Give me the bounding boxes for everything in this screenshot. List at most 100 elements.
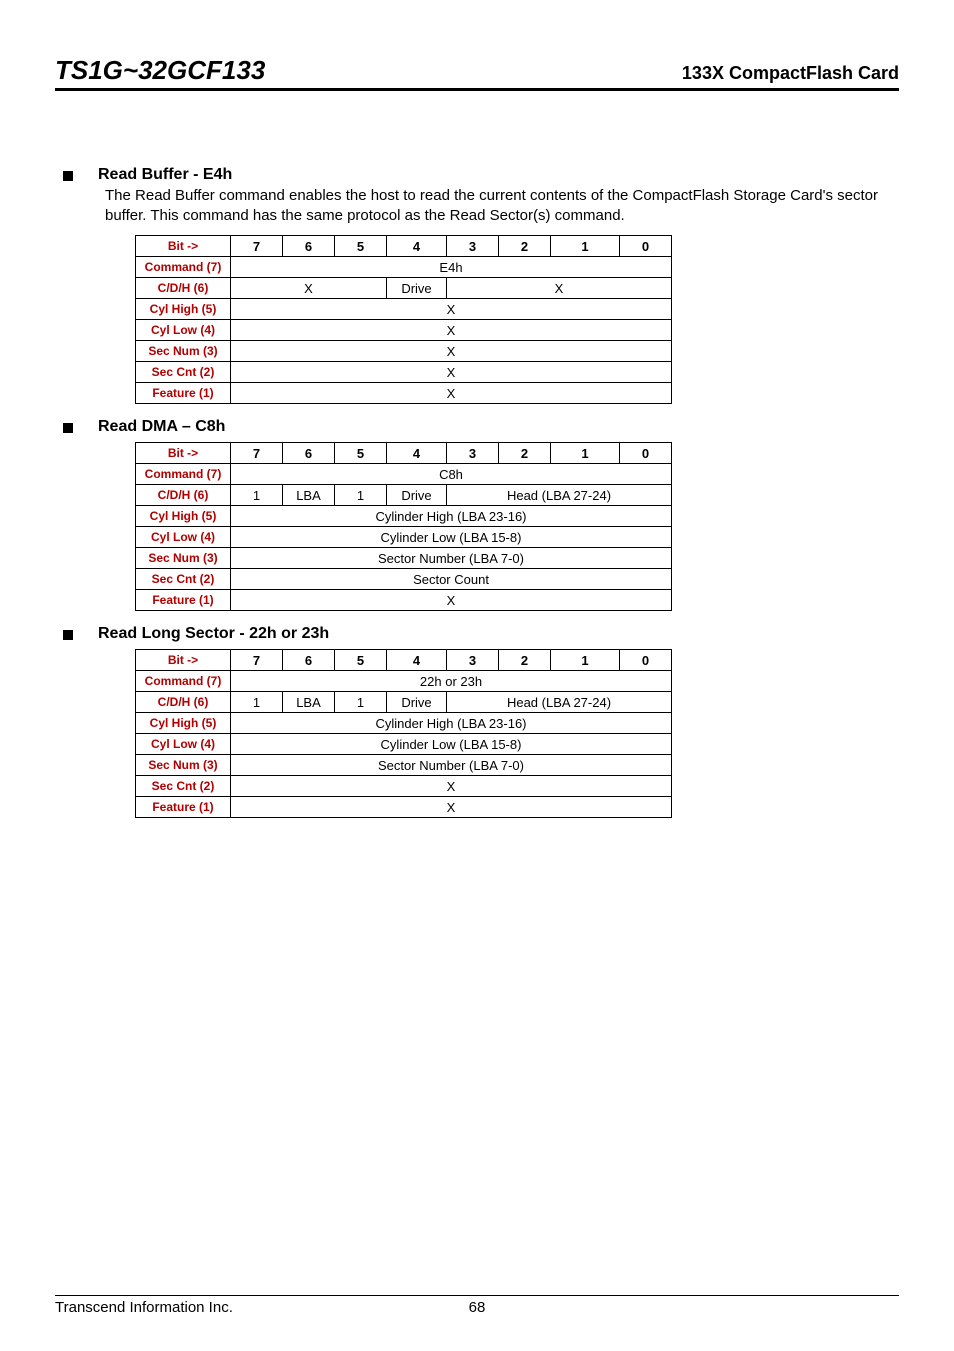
bit-column-header: 7 (231, 443, 283, 464)
table-cell: Head (LBA 27-24) (447, 692, 672, 713)
table-cell: X (231, 590, 672, 611)
row-label: C/D/H (6) (136, 278, 231, 299)
bit-column-header: 0 (620, 443, 672, 464)
bit-header-label: Bit -> (136, 236, 231, 257)
bit-column-header: 6 (283, 650, 335, 671)
bit-column-header: 2 (499, 650, 551, 671)
bit-header-label: Bit -> (136, 650, 231, 671)
bit-column-header: 0 (620, 236, 672, 257)
row-label: Sec Cnt (2) (136, 569, 231, 590)
table-cell: Sector Count (231, 569, 672, 590)
table-cell: 1 (335, 485, 387, 506)
bit-column-header: 0 (620, 650, 672, 671)
command-section: Read Long Sector - 22h or 23h Bit ->76543… (55, 625, 899, 818)
row-label: Cyl High (5) (136, 713, 231, 734)
table-cell: Cylinder High (LBA 23-16) (231, 506, 672, 527)
page-header: TS1G~32GCF133 133X CompactFlash Card (55, 55, 899, 91)
page-footer: Transcend Information Inc. 68 (55, 1295, 899, 1316)
bit-column-header: 4 (387, 443, 447, 464)
table-cell: X (231, 776, 672, 797)
row-label: Command (7) (136, 257, 231, 278)
table-cell: Drive (387, 692, 447, 713)
table-cell: LBA (283, 692, 335, 713)
table-cell: LBA (283, 485, 335, 506)
bit-column-header: 5 (335, 443, 387, 464)
bit-column-header: 3 (447, 650, 499, 671)
row-label: Cyl High (5) (136, 299, 231, 320)
row-label: Cyl Low (4) (136, 527, 231, 548)
table-cell: Cylinder High (LBA 23-16) (231, 713, 672, 734)
section-header: Read Buffer - E4h (55, 166, 899, 184)
bit-column-header: 3 (447, 443, 499, 464)
section-title: Read Buffer - E4h (98, 166, 232, 184)
section-header: Read Long Sector - 22h or 23h (55, 625, 899, 643)
bit-column-header: 1 (551, 236, 620, 257)
table-cell: Drive (387, 485, 447, 506)
bit-column-header: 2 (499, 236, 551, 257)
table-cell: X (231, 797, 672, 818)
command-table: Bit ->76543210Command (7)22h or 23hC/D/H… (135, 649, 672, 818)
row-label: Sec Num (3) (136, 341, 231, 362)
model-number: TS1G~32GCF133 (55, 55, 265, 86)
table-cell: Head (LBA 27-24) (447, 485, 672, 506)
product-name: 133X CompactFlash Card (682, 63, 899, 84)
table-cell: E4h (231, 257, 672, 278)
bit-column-header: 3 (447, 236, 499, 257)
bit-column-header: 5 (335, 236, 387, 257)
table-cell: 22h or 23h (231, 671, 672, 692)
table-cell: C8h (231, 464, 672, 485)
row-label: Cyl High (5) (136, 506, 231, 527)
table-cell: 1 (335, 692, 387, 713)
command-table: Bit ->76543210Command (7)C8hC/D/H (6)1LB… (135, 442, 672, 611)
bit-column-header: 4 (387, 650, 447, 671)
command-table: Bit ->76543210Command (7)E4hC/D/H (6)XDr… (135, 235, 672, 404)
table-cell: Sector Number (LBA 7-0) (231, 755, 672, 776)
table-cell: X (447, 278, 672, 299)
table-cell: X (231, 320, 672, 341)
table-cell: 1 (231, 485, 283, 506)
row-label: Command (7) (136, 671, 231, 692)
row-label: C/D/H (6) (136, 692, 231, 713)
bullet-icon (63, 630, 73, 640)
table-cell: X (231, 299, 672, 320)
bit-header-label: Bit -> (136, 443, 231, 464)
section-header: Read DMA – C8h (55, 418, 899, 436)
bit-column-header: 6 (283, 236, 335, 257)
section-description: The Read Buffer command enables the host… (105, 186, 899, 225)
row-label: Feature (1) (136, 383, 231, 404)
table-cell: X (231, 341, 672, 362)
row-label: Command (7) (136, 464, 231, 485)
row-label: Feature (1) (136, 590, 231, 611)
row-label: Sec Num (3) (136, 755, 231, 776)
command-section: Read DMA – C8hBit ->76543210Command (7)C… (55, 418, 899, 611)
row-label: Sec Cnt (2) (136, 776, 231, 797)
table-cell: X (231, 362, 672, 383)
row-label: Cyl Low (4) (136, 320, 231, 341)
section-title: Read DMA – C8h (98, 418, 225, 436)
table-cell: X (231, 278, 387, 299)
bit-column-header: 5 (335, 650, 387, 671)
bit-column-header: 6 (283, 443, 335, 464)
table-cell: X (231, 383, 672, 404)
bit-column-header: 7 (231, 236, 283, 257)
table-cell: Sector Number (LBA 7-0) (231, 548, 672, 569)
row-label: Sec Num (3) (136, 548, 231, 569)
bit-column-header: 1 (551, 650, 620, 671)
row-label: C/D/H (6) (136, 485, 231, 506)
section-title: Read Long Sector - 22h or 23h (98, 625, 329, 643)
row-label: Feature (1) (136, 797, 231, 818)
bullet-icon (63, 423, 73, 433)
bit-column-header: 4 (387, 236, 447, 257)
bit-column-header: 1 (551, 443, 620, 464)
table-cell: Cylinder Low (LBA 15-8) (231, 527, 672, 548)
table-cell: 1 (231, 692, 283, 713)
bit-column-header: 2 (499, 443, 551, 464)
row-label: Sec Cnt (2) (136, 362, 231, 383)
table-cell: Cylinder Low (LBA 15-8) (231, 734, 672, 755)
page-content: Read Buffer - E4h The Read Buffer command… (55, 166, 899, 818)
row-label: Cyl Low (4) (136, 734, 231, 755)
bit-column-header: 7 (231, 650, 283, 671)
bullet-icon (63, 171, 73, 181)
table-cell: Drive (387, 278, 447, 299)
footer-company: Transcend Information Inc. (55, 1299, 233, 1316)
